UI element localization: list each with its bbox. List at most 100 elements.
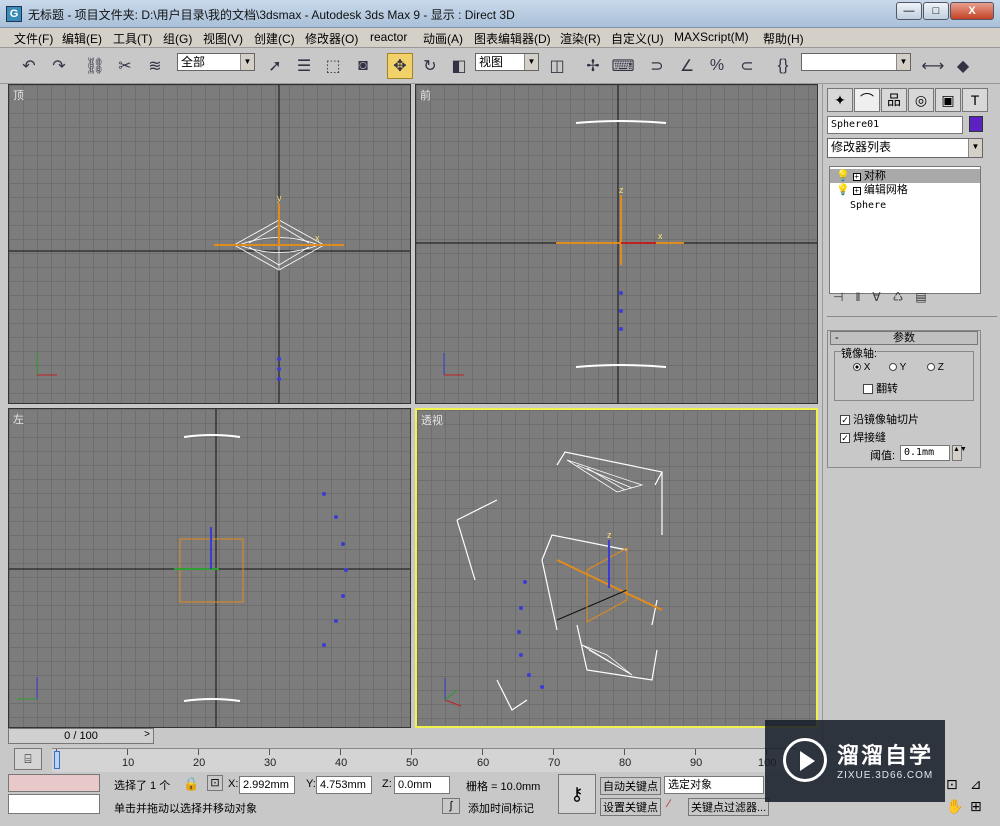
percent-snap-icon[interactable]: % bbox=[704, 53, 730, 79]
axis-z-radio[interactable]: Z bbox=[927, 362, 944, 373]
menu-reactor[interactable]: reactor bbox=[370, 30, 407, 44]
menu-maxscript[interactable]: MAXScript(M) bbox=[674, 30, 749, 44]
manipulate-icon[interactable]: ✢ bbox=[580, 53, 606, 79]
reference-coordinate-dropdown[interactable]: 视图 ▼ bbox=[475, 53, 539, 71]
x-coordinate-input[interactable]: 2.992mm bbox=[239, 776, 295, 794]
selection-filter-dropdown[interactable]: 全部 ▼ bbox=[177, 53, 255, 71]
menu-file[interactable]: 文件(F) bbox=[14, 30, 53, 47]
flip-checkbox[interactable]: 翻转 bbox=[863, 380, 898, 396]
hierarchy-tab-icon[interactable]: 品 bbox=[881, 88, 907, 112]
spinner-snap-icon[interactable]: ⊂ bbox=[734, 53, 760, 79]
threshold-spinner[interactable]: ▲▼ bbox=[952, 445, 967, 461]
auto-key-button[interactable]: 自动关键点 bbox=[600, 777, 661, 795]
angle-snap-icon[interactable]: ∠ bbox=[674, 53, 700, 79]
named-selection-dropdown[interactable]: ▼ bbox=[801, 53, 911, 71]
undo-icon[interactable]: ↶ bbox=[16, 53, 42, 79]
axis-x-radio[interactable]: X bbox=[853, 362, 870, 373]
track-bar-toggle-icon[interactable]: ⌸ bbox=[14, 748, 42, 770]
expand-icon[interactable]: + bbox=[852, 187, 861, 195]
next-frame-icon[interactable]: > bbox=[140, 728, 154, 744]
remove-modifier-icon[interactable]: ♺ bbox=[893, 290, 916, 304]
set-key-icon[interactable]: ⚷ bbox=[558, 774, 596, 814]
pin-stack-icon[interactable]: ⊣ bbox=[833, 290, 855, 304]
configure-sets-icon[interactable]: ▤ bbox=[915, 290, 938, 304]
align-icon[interactable]: ◆ bbox=[950, 53, 976, 79]
key-mode-dropdown[interactable]: 选定对象 bbox=[664, 776, 764, 794]
create-tab-icon[interactable]: ✦ bbox=[827, 88, 853, 112]
threshold-input[interactable]: 0.1mm bbox=[900, 445, 950, 461]
y-coordinate-input[interactable]: 4.753mm bbox=[316, 776, 372, 794]
display-tab-icon[interactable]: ▣ bbox=[935, 88, 961, 112]
bind-spacewarp-icon[interactable]: ≋ bbox=[142, 53, 168, 79]
add-time-tag-button[interactable]: 添加时间标记 bbox=[468, 800, 534, 816]
slice-checkbox[interactable]: ✓ 沿镜像轴切片 bbox=[840, 411, 919, 427]
menu-modifiers[interactable]: 修改器(O) bbox=[305, 30, 358, 47]
lightbulb-icon[interactable]: 💡 bbox=[836, 170, 850, 182]
absolute-mode-icon[interactable]: ⊡ bbox=[207, 775, 223, 791]
menu-rendering[interactable]: 渲染(R) bbox=[560, 30, 601, 47]
keyboard-shortcut-icon[interactable]: ⌨ bbox=[610, 53, 636, 79]
viewport-perspective[interactable]: 透视 z bbox=[415, 408, 818, 728]
track-bar-ruler[interactable]: 0 10 20 30 40 50 60 70 80 90 100 bbox=[52, 748, 797, 772]
axis-y-radio[interactable]: Y bbox=[889, 362, 906, 373]
rotate-icon[interactable]: ↻ bbox=[417, 53, 443, 79]
maxscript-listener-mini[interactable] bbox=[8, 774, 100, 792]
time-marker[interactable] bbox=[54, 751, 60, 769]
window-crossing-icon[interactable]: ◙ bbox=[350, 53, 376, 79]
zoom-extents-icon[interactable]: ⊡ bbox=[946, 776, 958, 793]
mirror-icon[interactable]: ⟷ bbox=[920, 53, 946, 79]
time-tag-icon[interactable]: ∫ bbox=[442, 798, 460, 814]
set-key-button[interactable]: 设置关键点 bbox=[600, 798, 661, 816]
pan-view-icon[interactable]: ✋ bbox=[946, 798, 963, 815]
viewport-front[interactable]: 前 x z bbox=[415, 84, 818, 404]
key-filters-button[interactable]: 关键点过滤器... bbox=[688, 798, 770, 816]
lock-icon[interactable]: 🔒 bbox=[183, 776, 199, 792]
make-unique-icon[interactable]: ∀ bbox=[872, 290, 892, 304]
lightbulb-icon[interactable]: 💡 bbox=[836, 184, 850, 196]
viewport-left[interactable]: 左 bbox=[8, 408, 411, 728]
stack-item-edit-mesh[interactable]: 💡 + 编辑网格 bbox=[830, 183, 980, 197]
weld-checkbox[interactable]: ✓ 焊接缝 bbox=[840, 429, 886, 445]
motion-tab-icon[interactable]: ◎ bbox=[908, 88, 934, 112]
viewport-top[interactable]: 顶 x y bbox=[8, 84, 411, 404]
modify-tab-icon[interactable]: ⌒ bbox=[854, 88, 880, 112]
menu-animation[interactable]: 动画(A) bbox=[423, 30, 463, 47]
menu-group[interactable]: 组(G) bbox=[163, 30, 192, 47]
modifier-list-dropdown[interactable]: 修改器列表 ▼ bbox=[827, 138, 983, 158]
maximize-button[interactable]: □ bbox=[923, 2, 949, 20]
maximize-viewport-icon[interactable]: ⊞ bbox=[970, 798, 982, 815]
menu-customize[interactable]: 自定义(U) bbox=[611, 30, 664, 47]
select-link-icon[interactable]: ⛓ bbox=[82, 53, 108, 79]
menu-views[interactable]: 视图(V) bbox=[203, 30, 243, 47]
select-by-name-icon[interactable]: ☰ bbox=[291, 53, 317, 79]
stack-item-symmetry[interactable]: 💡 + 对称 bbox=[830, 169, 980, 183]
rect-region-icon[interactable]: ⬚ bbox=[320, 53, 346, 79]
minimize-button[interactable]: — bbox=[896, 2, 922, 20]
utilities-tab-icon[interactable]: T bbox=[962, 88, 988, 112]
menu-tools[interactable]: 工具(T) bbox=[113, 30, 152, 47]
menu-create[interactable]: 创建(C) bbox=[254, 30, 295, 47]
object-color-swatch[interactable] bbox=[969, 116, 983, 132]
maxscript-input[interactable] bbox=[8, 794, 100, 814]
close-button[interactable]: X bbox=[950, 2, 994, 20]
snap-icon[interactable]: ⊃ bbox=[644, 53, 670, 79]
rollout-header[interactable]: - 参数 bbox=[830, 331, 978, 345]
app-icon[interactable]: G bbox=[6, 6, 22, 22]
scale-icon[interactable]: ◧ bbox=[446, 53, 472, 79]
menu-help[interactable]: 帮助(H) bbox=[763, 30, 804, 47]
select-icon[interactable]: ➚ bbox=[262, 53, 288, 79]
edit-named-sel-icon[interactable]: {} bbox=[770, 53, 796, 79]
object-name-input[interactable]: Sphere01 bbox=[827, 116, 963, 134]
move-icon[interactable]: ✥ bbox=[387, 53, 413, 79]
menu-edit[interactable]: 编辑(E) bbox=[62, 30, 102, 47]
field-of-view-icon[interactable]: ⊿ bbox=[970, 776, 982, 793]
z-coordinate-input[interactable]: 0.0mm bbox=[394, 776, 450, 794]
expand-icon[interactable]: + bbox=[852, 173, 861, 181]
menu-graph-editors[interactable]: 图表编辑器(D) bbox=[474, 30, 551, 47]
redo-icon[interactable]: ↷ bbox=[46, 53, 72, 79]
pivot-icon[interactable]: ◫ bbox=[544, 53, 570, 79]
stack-item-sphere[interactable]: Sphere bbox=[830, 199, 980, 213]
key-filter-icon[interactable]: ∕ bbox=[668, 798, 670, 810]
time-slider[interactable]: 0 / 100 bbox=[8, 728, 154, 744]
unlink-icon[interactable]: ✂ bbox=[112, 53, 138, 79]
